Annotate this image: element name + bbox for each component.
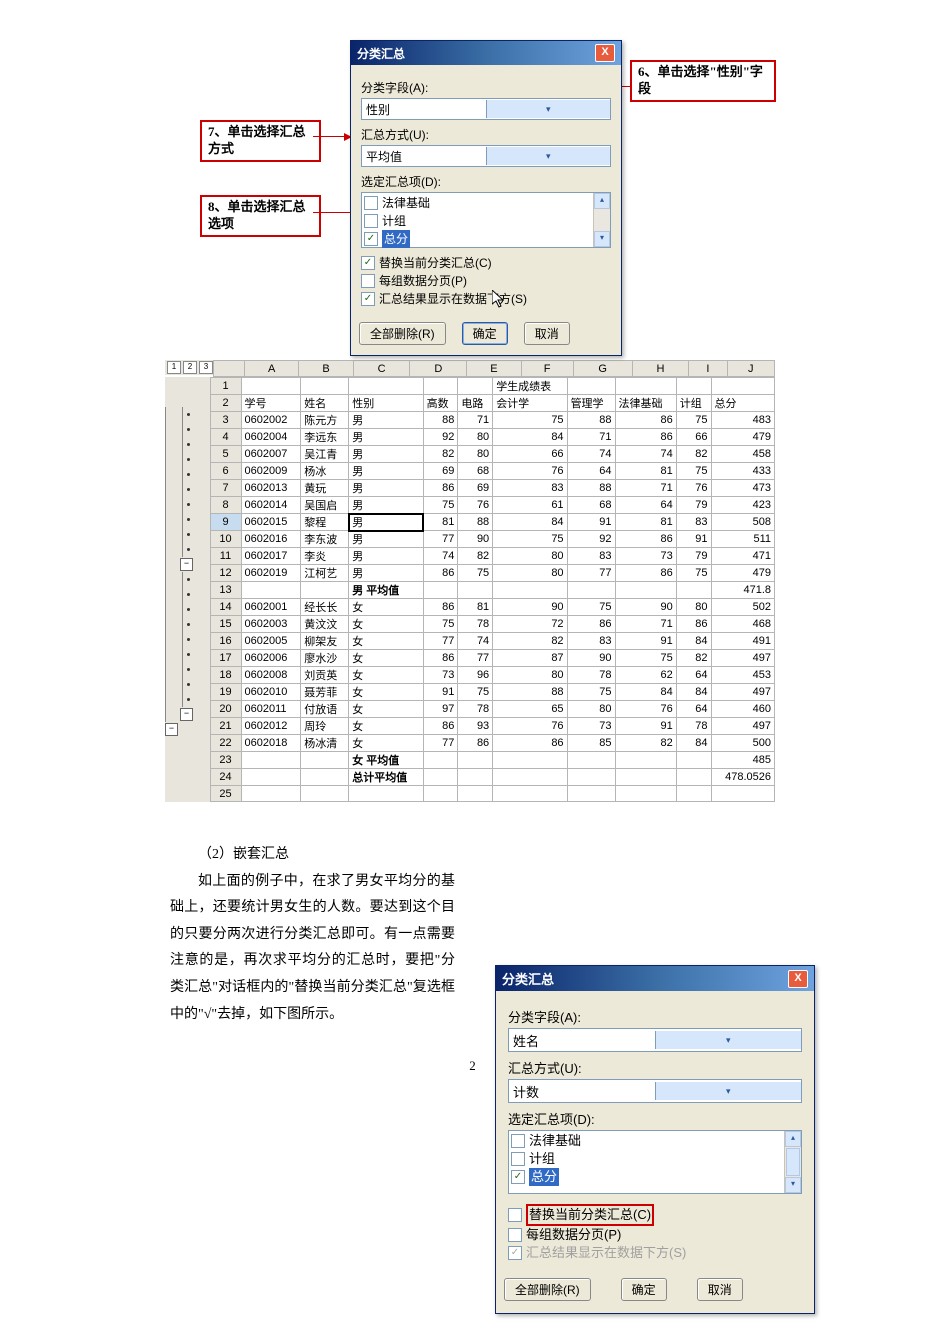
outline-level-1[interactable]: 1 [167, 361, 181, 374]
col-header[interactable]: H [632, 361, 689, 377]
option-below: 汇总结果显示在数据下方(S) [508, 1244, 802, 1262]
checkbox-icon[interactable] [511, 1170, 525, 1184]
checkbox-icon [508, 1246, 522, 1260]
checkbox-icon[interactable] [361, 274, 375, 288]
method-label: 汇总方式(U): [508, 1058, 802, 1077]
items-listbox[interactable]: 法律基础 计组 总分 ▴ ▾ [508, 1130, 802, 1194]
checkbox-icon[interactable] [511, 1134, 525, 1148]
callout-7: 7、单击选择汇总方式 [200, 120, 321, 162]
scrollbar[interactable]: ▴ ▾ [593, 193, 610, 247]
cursor-icon [492, 290, 506, 310]
scroll-up-icon[interactable]: ▴ [594, 193, 610, 209]
method-value: 计数 [509, 1082, 655, 1101]
checkbox-icon[interactable] [508, 1228, 522, 1242]
subtotal-dialog: 分类汇总 X 分类字段(A): 姓名 ▾ 汇总方式(U): 计数 ▾ 选定汇总项… [495, 965, 815, 1314]
method-value: 平均值 [362, 148, 486, 165]
cancel-button[interactable]: 取消 [524, 322, 570, 345]
checkbox-icon[interactable] [364, 196, 378, 210]
checkbox-icon[interactable] [361, 292, 375, 306]
dialog-title: 分类汇总 [357, 45, 405, 62]
field-combo[interactable]: 姓名 ▾ [508, 1028, 802, 1052]
option-page[interactable]: 每组数据分页(P) [361, 272, 611, 290]
field-combo[interactable]: 性别 ▾ [361, 98, 611, 120]
list-item[interactable]: 法律基础 [364, 194, 591, 212]
remove-all-button[interactable]: 全部删除(R) [359, 322, 446, 345]
spreadsheet-grid[interactable]: A B C D E F G H I J [213, 360, 775, 377]
checkbox-icon[interactable] [508, 1208, 522, 1222]
list-item[interactable]: 计组 [511, 1150, 782, 1168]
scroll-thumb[interactable] [786, 1148, 800, 1176]
option-below[interactable]: 汇总结果显示在数据下方(S) [361, 290, 611, 308]
callout-8: 8、单击选择汇总选项 [200, 195, 321, 237]
list-item[interactable]: 总分 [511, 1168, 782, 1186]
checkbox-icon[interactable] [364, 232, 378, 246]
subtotal-dialog: 分类汇总 X 分类字段(A): 性别 ▾ 汇总方式(U): 平均值 ▾ 选定汇总… [350, 40, 622, 356]
corner-cell[interactable] [214, 361, 245, 377]
arrow-icon [313, 136, 355, 137]
chevron-down-icon[interactable]: ▾ [655, 1082, 802, 1100]
option-replace[interactable]: 替换当前分类汇总(C) [361, 254, 611, 272]
ok-button[interactable]: 确定 [462, 322, 508, 345]
ok-button[interactable]: 确定 [621, 1278, 667, 1301]
items-label: 选定汇总项(D): [361, 173, 611, 190]
items-listbox[interactable]: 法律基础 计组 总分 ▴ ▾ [361, 192, 611, 248]
method-combo[interactable]: 计数 ▾ [508, 1079, 802, 1103]
items-label: 选定汇总项(D): [508, 1109, 802, 1128]
col-header[interactable]: G [573, 361, 632, 377]
col-header[interactable]: I [689, 361, 727, 377]
dialog-titlebar[interactable]: 分类汇总 X [351, 41, 621, 65]
scroll-down-icon[interactable]: ▾ [785, 1177, 801, 1193]
dialog-title: 分类汇总 [502, 969, 554, 988]
checkbox-icon[interactable] [361, 256, 375, 270]
figure-subtotal-dialog-2: 分类汇总 X 分类字段(A): 姓名 ▾ 汇总方式(U): 计数 ▾ 选定汇总项… [495, 965, 815, 1314]
field-label: 分类字段(A): [361, 79, 611, 96]
close-icon[interactable]: X [788, 970, 808, 988]
chevron-down-icon[interactable]: ▾ [655, 1031, 802, 1049]
figure-subtotal-dialog-annotated: 7、单击选择汇总方式 8、单击选择汇总选项 6、单击选择"性别"字段 9、单击 … [180, 40, 800, 320]
field-value: 性别 [362, 101, 486, 118]
list-item[interactable]: 总分 [364, 230, 591, 248]
col-header[interactable]: A [245, 361, 299, 377]
close-icon[interactable]: X [595, 44, 615, 62]
checkbox-icon[interactable] [511, 1152, 525, 1166]
dialog-titlebar[interactable]: 分类汇总 X [496, 966, 814, 991]
option-page[interactable]: 每组数据分页(P) [508, 1226, 802, 1244]
section-heading: （2）嵌套汇总 [170, 842, 455, 869]
remove-all-button[interactable]: 全部删除(R) [504, 1278, 591, 1301]
method-combo[interactable]: 平均值 ▾ [361, 145, 611, 167]
col-header[interactable]: F [521, 361, 573, 377]
cancel-button[interactable]: 取消 [697, 1278, 743, 1301]
figure-spreadsheet: 1 2 3 A B C D E F G H I J [165, 360, 775, 802]
outline-gutter[interactable]: −−− [165, 377, 210, 802]
checkbox-icon[interactable] [364, 214, 378, 228]
callout-6: 6、单击选择"性别"字段 [630, 60, 776, 102]
field-value: 姓名 [509, 1031, 655, 1050]
body-text: （2）嵌套汇总 如上面的例子中，在求了男女平均分的基础上，还要统计男女生的人数。… [170, 842, 455, 1028]
outline-level-2[interactable]: 2 [183, 361, 197, 374]
scrollbar[interactable]: ▴ ▾ [784, 1131, 801, 1193]
col-header[interactable]: D [410, 361, 467, 377]
scroll-down-icon[interactable]: ▾ [594, 231, 610, 247]
field-label: 分类字段(A): [508, 1007, 802, 1026]
chevron-down-icon[interactable]: ▾ [486, 147, 611, 165]
method-label: 汇总方式(U): [361, 126, 611, 143]
col-header[interactable]: C [353, 361, 410, 377]
list-item[interactable]: 法律基础 [511, 1132, 782, 1150]
option-replace[interactable]: 替换当前分类汇总(C) [508, 1204, 802, 1226]
chevron-down-icon[interactable]: ▾ [486, 100, 611, 118]
outline-level-buttons[interactable]: 1 2 3 [165, 360, 213, 375]
scroll-up-icon[interactable]: ▴ [785, 1131, 801, 1147]
col-header[interactable]: E [467, 361, 521, 377]
col-header[interactable]: B [299, 361, 353, 377]
outline-level-3[interactable]: 3 [199, 361, 213, 374]
list-item[interactable]: 计组 [364, 212, 591, 230]
col-header[interactable]: J [727, 361, 774, 377]
paragraph: 如上面的例子中，在求了男女平均分的基础上，还要统计男女生的人数。要达到这个目的只… [170, 869, 455, 1029]
